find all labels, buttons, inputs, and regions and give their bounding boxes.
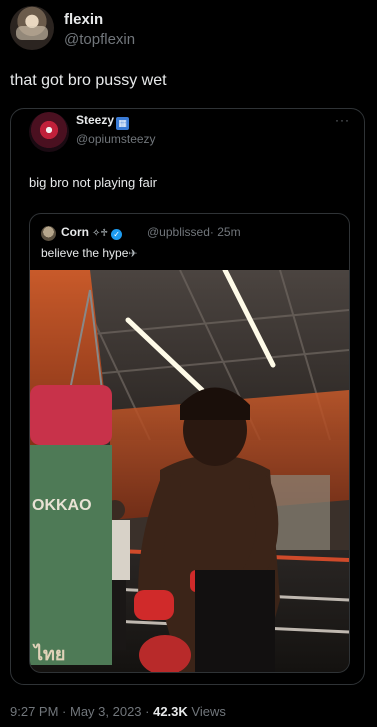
verified-badge-icon: ✓: [111, 229, 123, 240]
flag-icon: ▦: [116, 117, 130, 130]
inner-tweet-text-body: believe the hype: [41, 246, 129, 260]
more-options-icon[interactable]: ···: [335, 113, 350, 127]
inner-author-handle[interactable]: @upblissed: [147, 225, 210, 239]
quoted-author-name-text: Steezy: [76, 113, 115, 127]
airplane-icon: ✈: [128, 248, 138, 260]
views-count: 42.3K: [153, 704, 188, 719]
tweet-date[interactable]: May 3, 2023: [70, 704, 142, 719]
inner-author-handle-time: @upblissed· 25m: [147, 225, 241, 239]
quoted-tweet-text: big bro not playing fair: [29, 175, 157, 190]
quoted-avatar[interactable]: [29, 112, 69, 152]
inner-avatar[interactable]: [41, 226, 56, 241]
inner-author-name-text: Corn: [61, 225, 89, 239]
author-name[interactable]: flexin: [64, 11, 103, 28]
bag-text-thai: ไทย: [32, 643, 65, 665]
photo-illustration: OKKAO ไทย: [30, 270, 349, 672]
tweet-meta: 9:27 PM · May 3, 2023 · 42.3K Views: [10, 704, 226, 719]
tweet-text: that got bro pussy wet: [10, 72, 167, 89]
meta-separator: ·: [141, 704, 154, 719]
inner-quote-card[interactable]: Corn ✧♱ ✓ @upblissed· 25m believe the hype…: [29, 213, 350, 673]
tweet-header: flexin @topflexin: [10, 6, 367, 52]
views-label: Views: [187, 704, 226, 719]
meta-separator: ·: [58, 704, 70, 719]
inner-tweet-text: believe the hype✈: [41, 246, 138, 260]
inner-author-symbols: ✧♱: [92, 228, 109, 239]
quoted-tweet-card[interactable]: Steezy ▦ @opiumsteezy ··· big bro not pla…: [10, 108, 365, 685]
bag-text: OKKAO: [32, 497, 92, 514]
avatar[interactable]: [10, 6, 54, 50]
tweet-time[interactable]: 9:27 PM: [10, 704, 58, 719]
boxer-photo[interactable]: OKKAO ไทย: [30, 270, 349, 672]
quoted-author-name[interactable]: Steezy ▦: [76, 113, 130, 130]
quoted-author-handle[interactable]: @opiumsteezy: [76, 132, 156, 146]
author-handle[interactable]: @topflexin: [64, 31, 135, 48]
inner-author-name[interactable]: Corn ✧♱ ✓: [61, 225, 123, 240]
inner-time: · 25m: [209, 225, 241, 239]
